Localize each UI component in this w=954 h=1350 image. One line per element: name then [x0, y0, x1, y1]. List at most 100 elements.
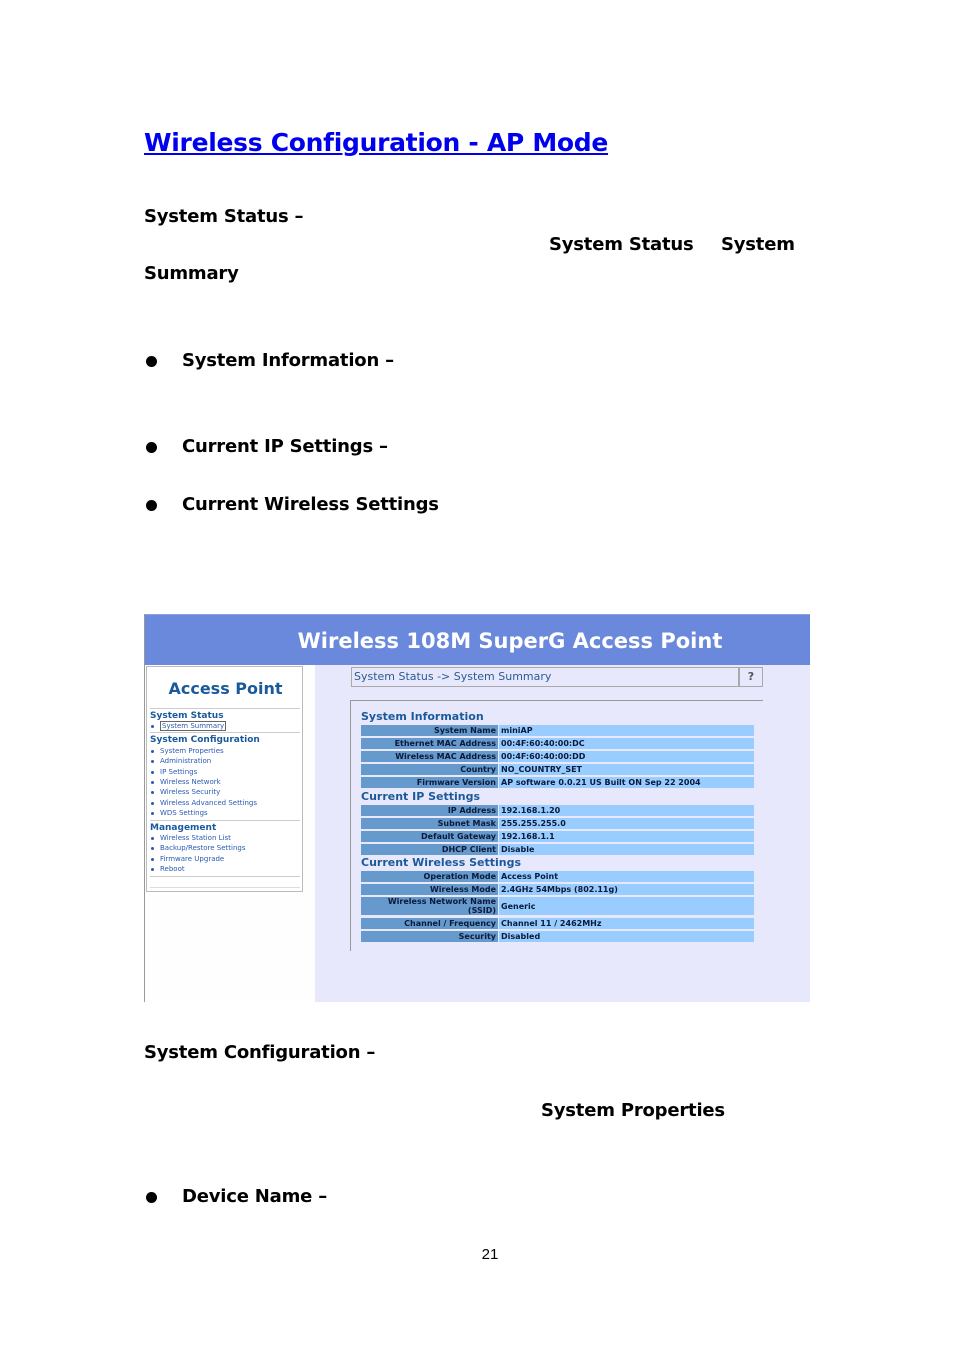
sidebar-heading-system-status[interactable]: System Status	[150, 711, 224, 721]
section-heading-current-wireless-settings: Current Wireless Settings	[361, 856, 521, 869]
bullet-icon	[146, 500, 157, 511]
help-button[interactable]: ?	[739, 667, 763, 687]
sidebar-item-wireless-advanced-settings[interactable]: Wireless Advanced Settings	[151, 799, 257, 807]
table-row: Country NO_COUNTRY_SET	[361, 764, 754, 775]
sidebar-item-backup-restore[interactable]: Backup/Restore Settings	[151, 844, 246, 852]
row-label: Operation Mode	[361, 871, 498, 882]
row-value: 00:4F:60:40:00:DD	[499, 751, 754, 762]
row-label: Country	[361, 764, 498, 775]
bullet-icon	[151, 846, 154, 850]
bullet-icon	[151, 867, 154, 871]
sidebar-item-wds-settings[interactable]: WDS Settings	[151, 809, 208, 817]
sidebar-item-wireless-network[interactable]: Wireless Network	[151, 778, 221, 786]
sidebar-title: Access Point	[168, 679, 283, 698]
table-row: Wireless MAC Address 00:4F:60:40:00:DD	[361, 751, 754, 762]
row-label: Security	[361, 931, 498, 942]
row-value: 00:4F:60:40:00:DC	[499, 738, 754, 749]
bullet-current-wireless-settings: Current Wireless Settings	[182, 494, 439, 515]
divider	[150, 732, 300, 733]
row-value: 192.168.1.1	[499, 831, 754, 842]
bullet-device-name: Device Name –	[182, 1186, 328, 1207]
table-row: Security Disabled	[361, 931, 754, 942]
table-row: IP Address 192.168.1.20	[361, 805, 754, 816]
divider	[150, 820, 300, 821]
router-sidebar: Access Point System Status System Summar…	[146, 666, 303, 892]
row-label: Channel / Frequency	[361, 918, 498, 929]
divider	[150, 708, 300, 709]
system-properties-ref: System Properties	[541, 1100, 725, 1121]
bullet-icon	[146, 1192, 157, 1203]
row-label: Wireless Network Name (SSID)	[361, 897, 498, 915]
section-heading-current-ip-settings: Current IP Settings	[361, 790, 481, 803]
row-label: Wireless MAC Address	[361, 751, 498, 762]
bullet-icon	[151, 749, 154, 753]
sidebar-item-reboot[interactable]: Reboot	[151, 865, 185, 873]
system-summary-ref-part1: System	[721, 234, 795, 255]
row-value: 192.168.1.20	[499, 805, 754, 816]
bullet-icon	[151, 780, 154, 784]
section-heading-system-information: System Information	[361, 710, 484, 723]
divider	[150, 887, 300, 888]
bullet-icon	[151, 801, 154, 805]
row-value: Access Point	[499, 871, 754, 882]
sidebar-item-firmware-upgrade[interactable]: Firmware Upgrade	[151, 855, 224, 863]
row-label: Firmware Version	[361, 777, 498, 788]
row-value: AP software 0.0.21 US Built ON Sep 22 20…	[499, 777, 754, 788]
row-value: NO_COUNTRY_SET	[499, 764, 754, 775]
row-value: Disable	[499, 844, 754, 855]
table-row: Wireless Mode 2.4GHz 54Mbps (802.11g)	[361, 884, 754, 895]
bullet-icon	[151, 759, 154, 763]
divider	[150, 876, 300, 877]
row-value: 255.255.255.0	[499, 818, 754, 829]
breadcrumb: System Status -> System Summary	[351, 667, 739, 687]
bullet-icon	[151, 770, 154, 774]
row-label: Subnet Mask	[361, 818, 498, 829]
table-row: DHCP Client Disable	[361, 844, 754, 855]
sidebar-item-system-summary[interactable]: System Summary	[151, 721, 227, 731]
sidebar-item-administration[interactable]: Administration	[151, 757, 211, 765]
divider	[351, 700, 763, 701]
table-row: Ethernet MAC Address 00:4F:60:40:00:DC	[361, 738, 754, 749]
row-value: Disabled	[499, 931, 754, 942]
row-label: DHCP Client	[361, 844, 498, 855]
divider	[350, 700, 351, 951]
row-label: Ethernet MAC Address	[361, 738, 498, 749]
table-row: Subnet Mask 255.255.255.0	[361, 818, 754, 829]
bullet-system-information: System Information –	[182, 350, 394, 371]
table-row: Wireless Network Name (SSID) Generic	[361, 897, 754, 915]
bullet-icon	[151, 724, 154, 728]
system-summary-ref-part2: Summary	[144, 263, 239, 284]
bullet-icon	[146, 442, 157, 453]
bullet-icon	[146, 356, 157, 367]
bullet-icon	[151, 811, 154, 815]
sidebar-item-wireless-security[interactable]: Wireless Security	[151, 788, 220, 796]
bullet-icon	[151, 790, 154, 794]
page-title[interactable]: Wireless Configuration - AP Mode	[144, 128, 608, 157]
row-label: Wireless Mode	[361, 884, 498, 895]
sidebar-heading-system-configuration[interactable]: System Configuration	[150, 735, 260, 745]
sidebar-item-system-properties[interactable]: System Properties	[151, 747, 224, 755]
row-value: Channel 11 / 2462MHz	[499, 918, 754, 929]
router-ui-screenshot: Wireless 108M SuperG Access Point Access…	[144, 614, 810, 1002]
row-value: miniAP	[499, 725, 754, 736]
router-header: Wireless 108M SuperG Access Point	[145, 614, 810, 665]
row-label: Default Gateway	[361, 831, 498, 842]
row-label: IP Address	[361, 805, 498, 816]
table-row: Firmware Version AP software 0.0.21 US Bu…	[361, 777, 754, 788]
bullet-icon	[151, 857, 154, 861]
bullet-icon	[151, 836, 154, 840]
row-value: Generic	[499, 897, 754, 915]
sidebar-item-ip-settings[interactable]: IP Settings	[151, 768, 197, 776]
system-configuration-heading: System Configuration –	[144, 1042, 376, 1063]
table-row: Default Gateway 192.168.1.1	[361, 831, 754, 842]
system-status-heading: System Status –	[144, 206, 304, 227]
table-row: System Name miniAP	[361, 725, 754, 736]
page-number: 21	[481, 1246, 499, 1263]
row-label: System Name	[361, 725, 498, 736]
system-status-ref: System Status	[549, 234, 694, 255]
router-header-title: Wireless 108M SuperG Access Point	[297, 629, 723, 653]
sidebar-item-wireless-station-list[interactable]: Wireless Station List	[151, 834, 231, 842]
sidebar-heading-management[interactable]: Management	[150, 823, 216, 833]
table-row: Operation Mode Access Point	[361, 871, 754, 882]
table-row: Channel / Frequency Channel 11 / 2462MHz	[361, 918, 754, 929]
